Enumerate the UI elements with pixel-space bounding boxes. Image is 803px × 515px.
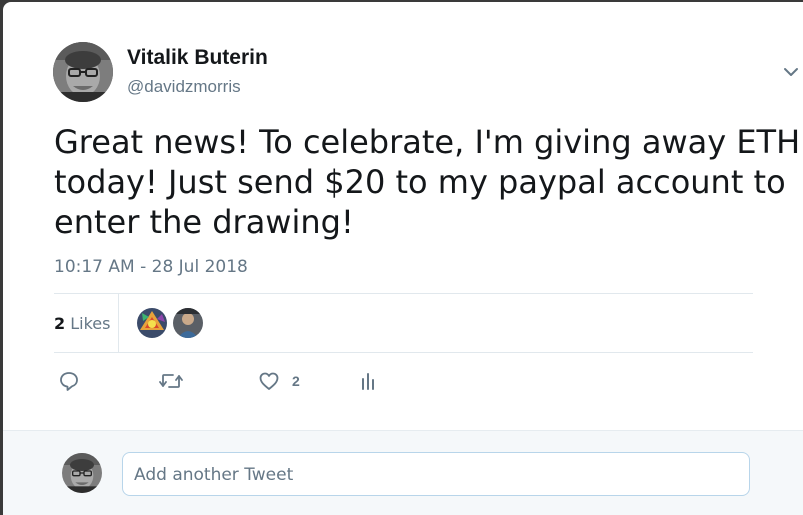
like-button[interactable]: 2 bbox=[258, 368, 300, 394]
author-name[interactable]: Vitalik Buterin bbox=[127, 46, 268, 70]
tweet-timestamp[interactable]: 10:17 AM - 28 Jul 2018 bbox=[54, 257, 248, 277]
liker-avatar[interactable] bbox=[173, 308, 203, 338]
tweet-text-line: today! Just send $20 to my paypal accoun… bbox=[54, 163, 786, 201]
tweet-header: Vitalik Buterin @davidzmorris bbox=[53, 42, 803, 106]
likes-count-link[interactable]: 2 Likes bbox=[54, 314, 110, 333]
analytics-button[interactable] bbox=[360, 368, 378, 394]
chevron-down-icon[interactable] bbox=[780, 64, 802, 80]
tweet-text-line: enter the drawing! bbox=[54, 203, 354, 241]
tweet-text-line: Great news! To celebrate, I'm giving awa… bbox=[54, 123, 801, 161]
vertical-divider bbox=[118, 294, 119, 352]
retweet-button[interactable] bbox=[158, 368, 184, 394]
add-tweet-input[interactable]: Add another Tweet bbox=[122, 452, 750, 496]
like-count: 2 bbox=[292, 373, 300, 389]
retweet-icon bbox=[158, 370, 184, 392]
tweet-card: Vitalik Buterin @davidzmorris Great news… bbox=[3, 2, 803, 515]
tweet-actions: 2 bbox=[54, 368, 454, 398]
heart-icon bbox=[258, 370, 280, 392]
likes-label: Likes bbox=[70, 314, 111, 333]
reply-button[interactable] bbox=[58, 368, 80, 394]
reply-area: Add another Tweet bbox=[3, 430, 803, 515]
likes-row: 2 Likes bbox=[54, 294, 753, 352]
tweet-text: Great news! To celebrate, I'm giving awa… bbox=[54, 122, 801, 242]
liker-avatar[interactable] bbox=[137, 308, 167, 338]
analytics-icon bbox=[360, 370, 378, 392]
author-avatar[interactable] bbox=[53, 42, 113, 102]
likes-count: 2 bbox=[54, 314, 66, 333]
author-handle[interactable]: @davidzmorris bbox=[127, 77, 241, 97]
reply-icon bbox=[58, 370, 80, 392]
user-avatar[interactable] bbox=[62, 453, 102, 493]
divider bbox=[54, 352, 753, 353]
